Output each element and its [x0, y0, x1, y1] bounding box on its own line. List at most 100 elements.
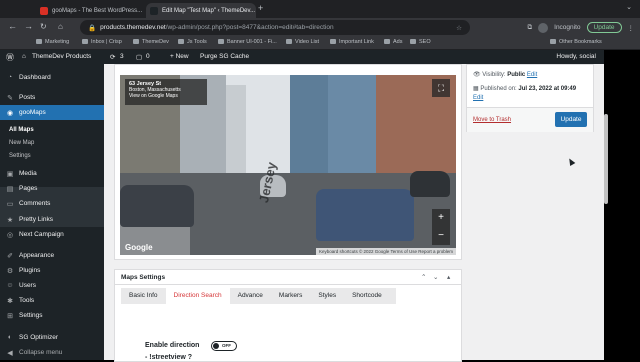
bookmark-item[interactable]: Important Link: [330, 39, 374, 45]
sidebar-item-goomaps[interactable]: ◉ gooMaps: [0, 105, 104, 120]
incognito-icon[interactable]: [538, 22, 549, 33]
updates-icon[interactable]: ⟳: [110, 53, 115, 61]
sidebar-item-label: Media: [19, 170, 37, 177]
bookmark-item[interactable]: ThemeDev: [133, 39, 169, 45]
sidebar-item-tools[interactable]: ✱ Tools: [0, 293, 104, 308]
reload-icon[interactable]: ↻: [40, 22, 47, 31]
collapse-toggle-icon[interactable]: ▴: [447, 273, 450, 281]
submenu-new-map[interactable]: New Map: [9, 140, 34, 146]
eye-icon: 👁: [473, 72, 481, 78]
published-edit-row: Edit: [473, 95, 483, 101]
fullscreen-icon[interactable]: ⛶: [432, 79, 450, 97]
bookmark-item[interactable]: Marketing: [36, 39, 69, 45]
comments-icon[interactable]: ▢: [136, 53, 142, 61]
page-scrollbar[interactable]: [604, 50, 640, 360]
visibility-edit-link[interactable]: Edit: [527, 72, 537, 78]
update-button[interactable]: Update: [555, 112, 587, 127]
tab-title: gooMaps - The Best WordPress...: [52, 7, 143, 14]
updates-count[interactable]: 3: [120, 53, 124, 60]
enable-direction-toggle[interactable]: OFF: [211, 341, 237, 351]
browser-tab-goomaps[interactable]: gooMaps - The Best WordPress... ✕: [36, 3, 146, 18]
bookmark-item[interactable]: Video List: [286, 39, 319, 45]
sidebar-item-users[interactable]: ☺ Users: [0, 278, 104, 293]
settings-tabs: Basic Info Direction Search Advance Mark…: [121, 288, 396, 304]
map-preview-box: Jersey 63 Jersey St Boston, Massachusett…: [114, 64, 462, 260]
close-tab-icon[interactable]: ✕: [255, 7, 256, 14]
lock-icon: 🔒: [88, 24, 97, 32]
sidebar-item-label: Posts: [19, 94, 36, 101]
sidebar-item-label: Tools: [19, 297, 35, 304]
street-view-map[interactable]: Jersey 63 Jersey St Boston, Massachusett…: [120, 75, 456, 255]
browser-toolbar: ← → ↻ ⌂ 🔒 products.themedev.net/wp-admin…: [0, 18, 640, 37]
comments-count[interactable]: 0: [146, 53, 150, 60]
goomaps-favicon-icon: [40, 6, 48, 15]
new-tab-icon[interactable]: +: [258, 3, 263, 13]
sidebar-item-dashboard[interactable]: ◔ Dashboard: [0, 70, 104, 85]
tab-direction-search[interactable]: Direction Search: [165, 288, 230, 304]
sidebar-item-media[interactable]: ▣ Media: [0, 166, 104, 181]
move-to-trash-link[interactable]: Move to Trash: [473, 117, 511, 123]
sidebar-collapse[interactable]: ◀ Collapse menu: [0, 345, 104, 360]
visibility-label: Visibility:: [482, 72, 506, 78]
tab-styles[interactable]: Styles: [310, 288, 344, 304]
browser-update-button[interactable]: Update: [586, 22, 622, 33]
sidebar-item-next-campaign[interactable]: ◎ Next Campaign: [0, 227, 104, 242]
move-down-icon[interactable]: ⌄: [433, 273, 438, 281]
bookmark-star-icon[interactable]: ☆: [456, 24, 462, 32]
tab-basic-info[interactable]: Basic Info: [121, 288, 166, 304]
scrollbar-thumb[interactable]: [604, 114, 608, 204]
building: [328, 75, 376, 177]
map-attribution[interactable]: Keyboard shortcuts © 2022 Google Terms o…: [315, 248, 456, 255]
google-logo: Google: [125, 243, 153, 252]
home-icon[interactable]: ⌂: [58, 22, 63, 31]
bookmark-item[interactable]: Js Tools: [178, 39, 207, 45]
brush-icon: ✐: [7, 252, 13, 260]
admin-sidebar: ◔ Dashboard ✎ Posts ◉ gooMaps All Maps New …: [0, 64, 104, 360]
howdy-user[interactable]: Howdy, social: [556, 53, 596, 60]
bookmark-item[interactable]: Inbox | Crisp: [82, 39, 122, 45]
move-up-icon[interactable]: ⌃: [421, 273, 426, 281]
browser-menu-icon[interactable]: ⋮: [628, 24, 635, 32]
wordpress-favicon-icon: [150, 6, 158, 15]
wordpress-logo-icon[interactable]: Ⓦ: [6, 52, 14, 63]
view-on-google-maps-link[interactable]: View on Google Maps: [129, 93, 203, 99]
published-edit-link[interactable]: Edit: [473, 95, 483, 101]
profile-label[interactable]: Incognito: [554, 24, 580, 31]
bookmark-item[interactable]: Banner UI-001 - Fi...: [218, 39, 277, 45]
submenu-all-maps[interactable]: All Maps: [9, 127, 34, 133]
sidebar-item-pages[interactable]: ▤ Pages: [0, 181, 104, 196]
purge-cache-link[interactable]: Purge SG Cache: [200, 53, 249, 60]
sidebar-item-label: Appearance: [19, 252, 55, 259]
map-icon: ◉: [6, 109, 14, 117]
sidebar-item-plugins[interactable]: ⚙ Plugins: [0, 263, 104, 278]
car: [316, 189, 414, 241]
tab-shortcode[interactable]: Shortcode: [344, 288, 390, 304]
site-name[interactable]: ThemeDev Products: [32, 53, 91, 60]
submenu-settings[interactable]: Settings: [9, 153, 31, 159]
tab-advance[interactable]: Advance: [230, 288, 271, 304]
forward-icon[interactable]: →: [24, 21, 33, 31]
sidebar-item-posts[interactable]: ✎ Posts: [0, 90, 104, 105]
dashboard-icon: ◔: [7, 74, 13, 81]
new-content-link[interactable]: + New: [170, 53, 189, 60]
back-icon[interactable]: ←: [8, 21, 17, 31]
bookmark-item[interactable]: SEO: [410, 39, 431, 45]
settings-header: Maps Settings ⌃ ⌄ ▴: [115, 270, 461, 285]
tab-search-icon[interactable]: ⌄: [626, 3, 632, 11]
sidebar-item-label: SG Optimizer: [19, 334, 59, 341]
extensions-icon[interactable]: ⧉: [527, 24, 532, 32]
other-bookmarks[interactable]: Other Bookmarks: [550, 39, 602, 45]
sidebar-item-label: Comments: [19, 200, 51, 207]
sidebar-item-sg-optimizer[interactable]: ◐ SG Optimizer: [0, 330, 104, 345]
address-bar[interactable]: 🔒 products.themedev.net/wp-admin/post.ph…: [80, 20, 470, 35]
browser-tab-edit-map[interactable]: Edit Map "Test Map" ‹ ThemeDev... ✕: [146, 3, 256, 18]
sidebar-item-pretty-links[interactable]: ★ Pretty Links: [0, 212, 104, 227]
sidebar-item-appearance[interactable]: ✐ Appearance: [0, 248, 104, 263]
zoom-out-icon[interactable]: −: [432, 227, 450, 245]
zoom-in-icon[interactable]: +: [432, 209, 450, 227]
sidebar-item-comments[interactable]: ▭ Comments: [0, 196, 104, 211]
tab-markers[interactable]: Markers: [271, 288, 310, 304]
sidebar-item-settings[interactable]: ⊞ Settings: [0, 308, 104, 323]
building: [290, 75, 328, 175]
bookmark-item[interactable]: Ads: [384, 39, 402, 45]
